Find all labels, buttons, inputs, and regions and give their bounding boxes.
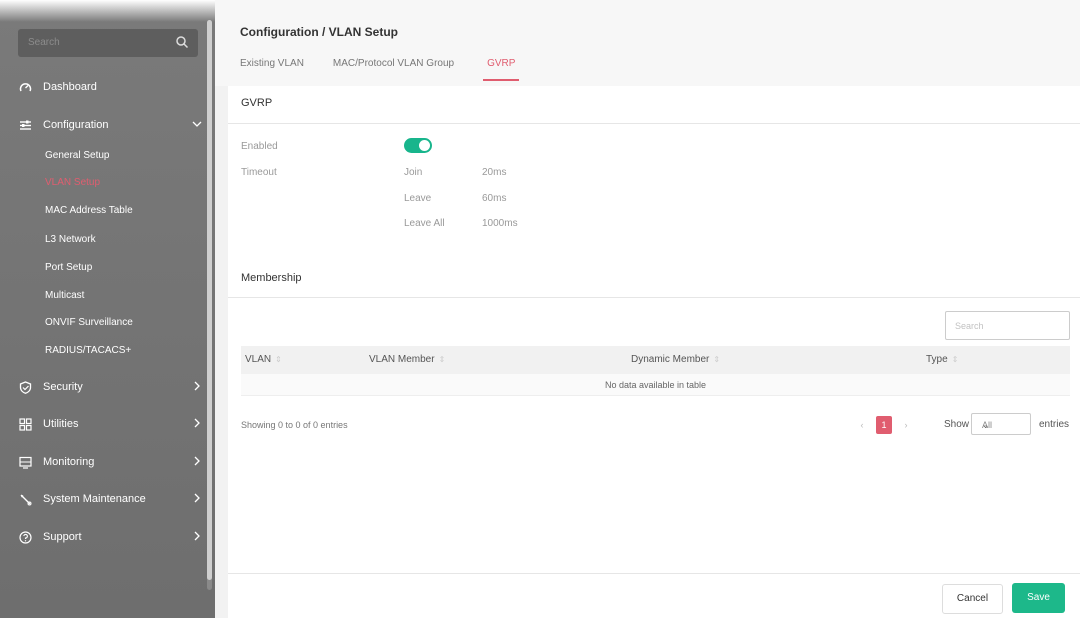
- divider: [228, 123, 1080, 124]
- table-info: Showing 0 to 0 of 0 entries: [241, 420, 348, 430]
- sidebar-item-configuration[interactable]: Configuration: [18, 112, 208, 138]
- pagination-page-1[interactable]: 1: [876, 416, 892, 434]
- leave-all-label: Leave All: [404, 218, 445, 229]
- tab-gvrp[interactable]: GVRP: [483, 58, 520, 81]
- sidebar-item-label: Utilities: [43, 418, 79, 430]
- sidebar-item-label: Configuration: [43, 119, 109, 131]
- sidebar-item-system-maintenance[interactable]: System Maintenance: [18, 486, 208, 512]
- enabled-label: Enabled: [241, 141, 278, 152]
- sort-icon: ⇕: [951, 355, 959, 364]
- tab-bar: Existing VLAN MAC/Protocol VLAN Group GV…: [240, 58, 548, 81]
- sidebar-item-security[interactable]: Security: [18, 374, 208, 400]
- sidebar-item-label: Monitoring: [43, 456, 95, 468]
- shield-icon: [18, 380, 32, 394]
- sidebar-subitem-general-setup[interactable]: General Setup: [45, 146, 110, 166]
- sidebar-search-placeholder: Search: [28, 37, 60, 48]
- grid-icon: [18, 417, 32, 431]
- column-vlan-member[interactable]: VLAN Member ⇕: [369, 354, 445, 365]
- sidebar-item-label: Dashboard: [43, 81, 97, 93]
- pagination-next[interactable]: ›: [898, 416, 914, 434]
- sidebar-item-label: Security: [43, 381, 83, 393]
- wrench-icon: [18, 492, 32, 506]
- footer-divider: [228, 573, 1080, 574]
- divider: [228, 297, 1080, 298]
- sidebar-item-label: Support: [43, 531, 82, 543]
- main-content: Configuration / VLAN Setup Existing VLAN…: [215, 0, 1080, 618]
- gvrp-enabled-toggle[interactable]: [404, 138, 432, 153]
- sidebar-subitem-mac-address-table[interactable]: MAC Address Table: [45, 201, 133, 221]
- pagination: ‹ 1 ›: [854, 416, 914, 434]
- table-empty-row: No data available in table: [241, 374, 1070, 396]
- sidebar-subitem-vlan-setup[interactable]: VLAN Setup: [45, 173, 100, 193]
- dashboard-icon: [18, 80, 32, 94]
- tab-mac-protocol-vlan-group[interactable]: MAC/Protocol VLAN Group: [333, 58, 454, 81]
- cancel-button[interactable]: Cancel: [942, 584, 1003, 614]
- sidebar-item-label: System Maintenance: [43, 493, 146, 505]
- breadcrumb: Configuration / VLAN Setup: [240, 25, 398, 39]
- show-label: Show: [944, 419, 970, 430]
- sidebar-subitem-onvif-surveillance[interactable]: ONVIF Surveillance: [45, 313, 133, 333]
- table-header: VLAN ⇕ VLAN Member ⇕ Dynamic Member ⇕ Type ⇕: [241, 346, 1070, 374]
- chevron-right-icon: [194, 381, 200, 391]
- sidebar-subitem-l3-network[interactable]: L3 Network: [45, 230, 96, 250]
- sidebar: Search Dashboard Configuration General S…: [0, 0, 215, 618]
- timeout-label: Timeout: [241, 167, 277, 178]
- sidebar-subitem-port-setup[interactable]: Port Setup: [45, 258, 92, 278]
- leave-value: 60ms: [482, 193, 507, 204]
- save-button[interactable]: Save: [1012, 583, 1065, 613]
- sidebar-scrollbar-thumb[interactable]: [207, 20, 212, 580]
- sort-icon: ⇕: [438, 355, 446, 364]
- search-icon: [176, 36, 189, 49]
- column-type[interactable]: Type ⇕: [926, 354, 958, 365]
- chevron-right-icon: [194, 531, 200, 541]
- entries-label: entries: [1039, 419, 1070, 430]
- tab-existing-vlan[interactable]: Existing VLAN: [240, 58, 304, 81]
- sidebar-item-dashboard[interactable]: Dashboard: [18, 74, 208, 100]
- pagination-prev[interactable]: ‹: [854, 416, 870, 434]
- content-panel: GVRP Enabled Timeout Join 20ms Leave 60m…: [228, 86, 1080, 618]
- sidebar-item-support[interactable]: Support: [18, 524, 208, 550]
- membership-section-title: Membership: [241, 272, 302, 284]
- sidebar-item-utilities[interactable]: Utilities: [18, 411, 208, 437]
- sidebar-subitem-multicast[interactable]: Multicast: [45, 286, 84, 306]
- chevron-right-icon: [194, 418, 200, 428]
- leave-label: Leave: [404, 193, 432, 204]
- gvrp-section-title: GVRP: [241, 97, 273, 109]
- page-header: Configuration / VLAN Setup Existing VLAN…: [215, 0, 1080, 86]
- join-label: Join: [404, 167, 423, 178]
- sidebar-item-monitoring[interactable]: Monitoring: [18, 449, 208, 475]
- sliders-icon: [18, 118, 32, 132]
- leave-all-value: 1000ms: [482, 218, 518, 229]
- chevron-right-icon: [194, 493, 200, 503]
- column-vlan[interactable]: VLAN ⇕: [245, 354, 282, 365]
- monitor-icon: [18, 455, 32, 469]
- sidebar-search-input[interactable]: Search: [18, 29, 198, 57]
- join-value: 20ms: [482, 167, 507, 178]
- help-icon: [18, 530, 32, 544]
- sidebar-subitem-radius-tacacs[interactable]: RADIUS/TACACS+: [45, 341, 131, 361]
- chevron-down-icon: [192, 121, 202, 127]
- sort-icon: ⇕: [713, 355, 721, 364]
- membership-search-placeholder: Search: [955, 321, 984, 331]
- chevron-right-icon: [194, 456, 200, 466]
- entries-select[interactable]: All ⌄: [971, 413, 1031, 435]
- membership-search-input[interactable]: Search: [945, 311, 1070, 340]
- column-dynamic-member[interactable]: Dynamic Member ⇕: [631, 354, 720, 365]
- chevron-down-icon: ⌄: [982, 420, 990, 430]
- sidebar-top-fade: [0, 0, 215, 22]
- sort-icon: ⇕: [275, 355, 282, 364]
- toggle-knob: [419, 140, 430, 151]
